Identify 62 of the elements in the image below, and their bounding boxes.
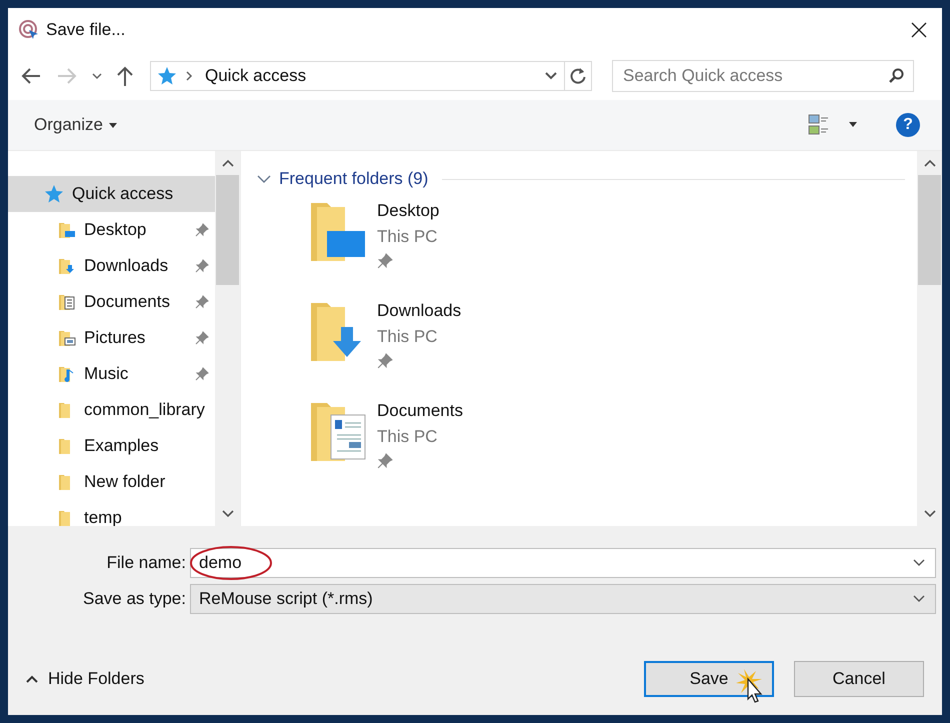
scrollbar[interactable]: [917, 151, 942, 526]
folder-icon: [58, 329, 76, 347]
chevron-down-icon[interactable]: [544, 71, 558, 81]
scroll-up-icon[interactable]: [924, 159, 936, 167]
folder-tile[interactable]: Downloads This PC: [257, 291, 905, 391]
caret-icon: [108, 122, 117, 128]
organize-menu-button[interactable]: Organize: [26, 111, 125, 139]
view-options-icon[interactable]: [808, 114, 830, 136]
sidebar-item[interactable]: Desktop: [8, 212, 215, 248]
scrollbar[interactable]: [215, 151, 240, 526]
chevron-up-icon: [26, 675, 38, 683]
collapse-chevron-icon[interactable]: [257, 174, 271, 184]
file-name-label: File name:: [106, 553, 187, 573]
folder-location: This PC: [377, 427, 438, 447]
help-button[interactable]: ?: [896, 113, 920, 137]
folder-icon: [58, 293, 76, 311]
save-type-label: Save as type:: [82, 589, 187, 609]
folder-icon: [58, 221, 76, 239]
up-arrow-icon[interactable]: [116, 65, 134, 87]
scroll-up-icon[interactable]: [222, 159, 234, 167]
hide-folders-button[interactable]: Hide Folders: [20, 668, 150, 690]
chevron-down-icon[interactable]: [913, 559, 925, 567]
refresh-button[interactable]: [564, 61, 592, 91]
window-title: Save file...: [46, 20, 126, 40]
folder-icon: [58, 257, 76, 275]
close-icon[interactable]: [910, 21, 928, 39]
sidebar-item[interactable]: Examples: [8, 428, 215, 464]
save-type-dropdown[interactable]: ReMouse script (*.rms): [190, 584, 936, 614]
folder-location: This PC: [377, 227, 438, 247]
star-icon: [44, 184, 64, 204]
folder-tile[interactable]: Desktop This PC: [257, 191, 905, 291]
address-bar[interactable]: Quick access: [150, 61, 565, 91]
address-text: Quick access: [204, 66, 308, 86]
sidebar-item[interactable]: Music: [8, 356, 215, 392]
chevron-right-icon: [185, 71, 193, 81]
chevron-down-icon[interactable]: [92, 72, 102, 80]
sidebar-item[interactable]: Downloads: [8, 248, 215, 284]
back-arrow-icon[interactable]: [20, 67, 42, 85]
search-icon: [888, 68, 904, 84]
group-heading[interactable]: Frequent folders (9): [279, 169, 428, 189]
sidebar-item[interactable]: New folder: [8, 464, 215, 500]
folder-location: This PC: [377, 327, 438, 347]
cancel-button[interactable]: Cancel: [794, 661, 924, 697]
star-icon: [157, 66, 177, 86]
scroll-down-icon[interactable]: [222, 510, 234, 518]
sidebar-item[interactable]: Documents: [8, 284, 215, 320]
folder-name: Documents: [377, 401, 463, 421]
sidebar-item[interactable]: Quick access: [8, 176, 215, 212]
folder-name: Desktop: [377, 201, 440, 221]
chevron-down-icon[interactable]: [913, 595, 925, 603]
caret-icon[interactable]: [848, 122, 858, 128]
folder-icon: [58, 365, 76, 383]
folder-tile[interactable]: Documents This PC: [257, 391, 905, 491]
folder-name: Downloads: [377, 301, 462, 321]
target-cursor-icon: [18, 19, 40, 41]
file-name-field[interactable]: demo: [190, 548, 936, 578]
search-field[interactable]: Search Quick access: [612, 60, 914, 92]
refresh-icon: [569, 67, 587, 85]
sidebar-item[interactable]: common_library: [8, 392, 215, 428]
scroll-down-icon[interactable]: [924, 510, 936, 518]
sidebar-item[interactable]: Pictures: [8, 320, 215, 356]
save-button[interactable]: Save: [644, 661, 774, 697]
